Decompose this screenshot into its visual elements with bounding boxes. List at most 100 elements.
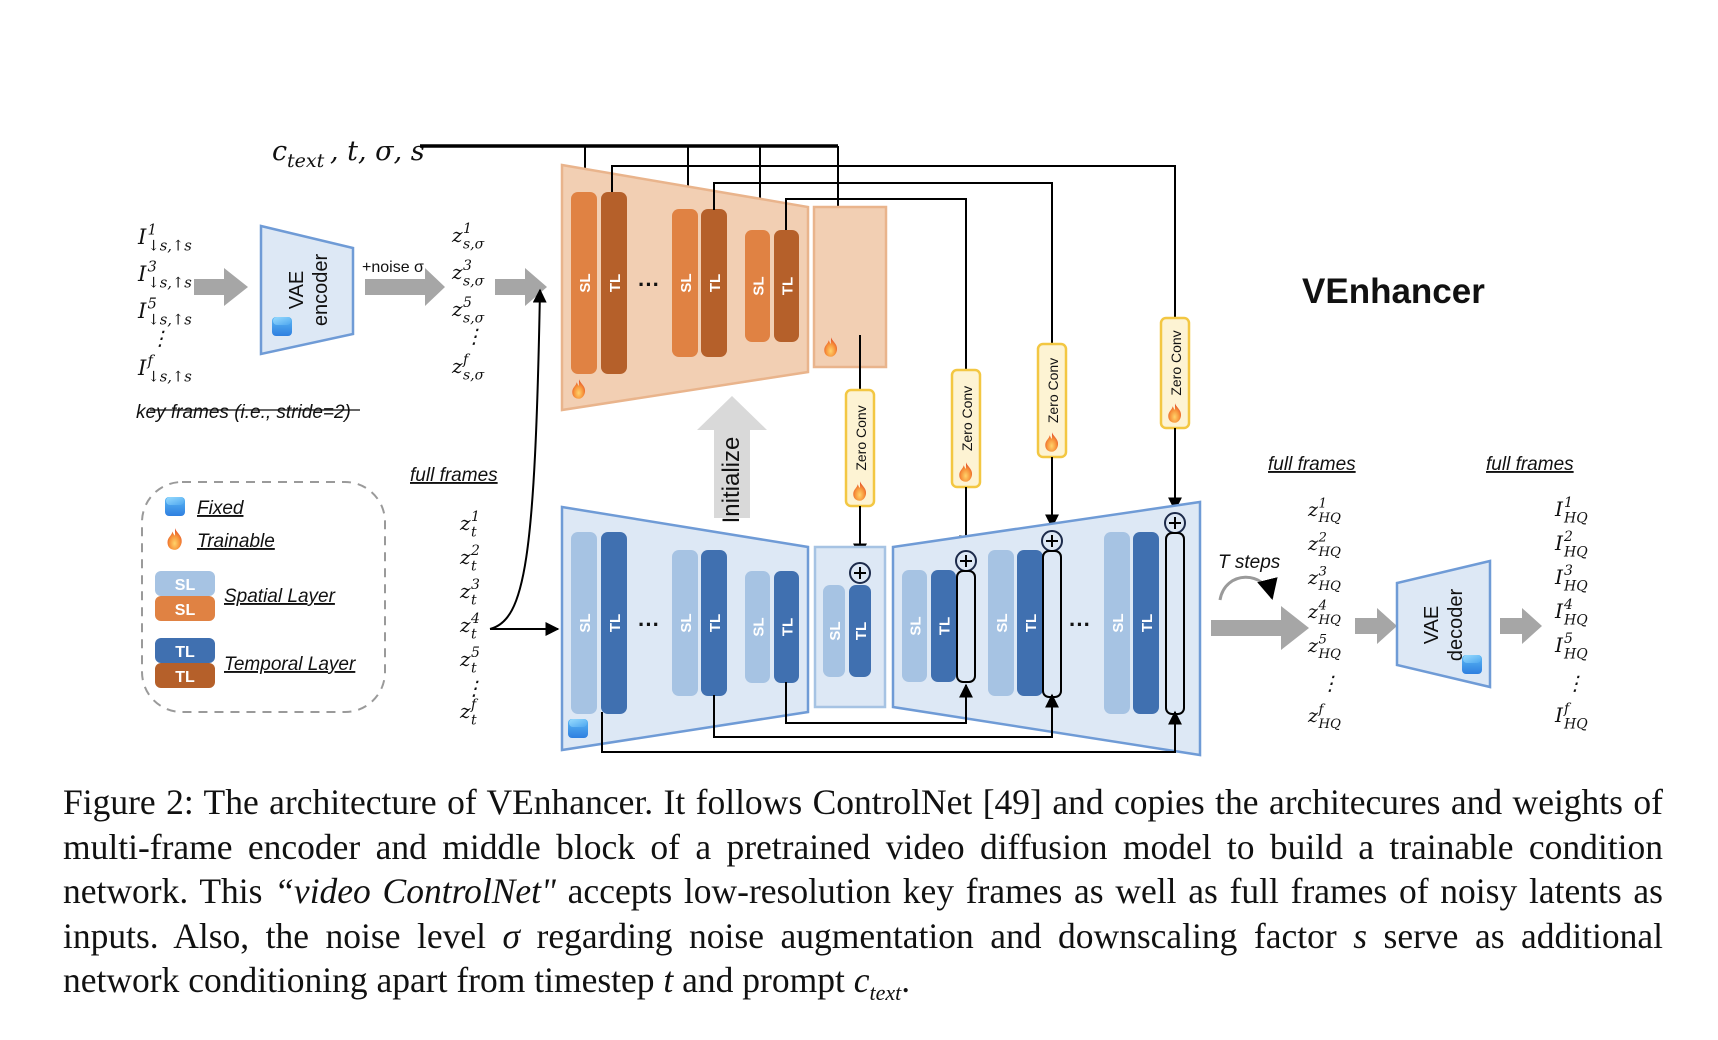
output-frame-label-sup: 1 [1564, 495, 1573, 511]
unet-mid-tl: TL [849, 585, 871, 677]
arrow-to-hq-latents [1211, 606, 1309, 650]
legend: Fixed Trainable SL SL Spatial Layer TL T… [141, 481, 386, 713]
conditioning-inputs-label: c text , t, σ, s [272, 136, 425, 172]
key-frame-label-sup: 1 [147, 222, 156, 239]
key-frame-label: I 1↓s,↑s [137, 222, 192, 255]
hq-output-frames: I 1HQI 2HQI 3HQI 4HQI 5HQI fHQ⋮ [1554, 495, 1588, 732]
zero-conv-label: Zero Conv [1168, 330, 1184, 395]
hq-latent-label-base: z [1307, 499, 1319, 521]
output-frame-label-base: I [1554, 565, 1564, 589]
key-frame-label-sup: 3 [147, 259, 156, 276]
output-frame-label-sub: HQ [1563, 612, 1588, 628]
controlnet-sl-1-label: SL [577, 273, 594, 292]
hq-latent-label-sub: HQ [1317, 579, 1341, 594]
full-latent-label-base: z [459, 647, 471, 671]
hq-latent-label: z 3HQ [1307, 564, 1341, 594]
controlnet-sl-2: SL [672, 209, 698, 357]
noisy-latent-label: z fs,σ [451, 352, 485, 383]
hq-latent-label-base: z [1307, 705, 1319, 727]
unet-mid-sl: SL [823, 585, 845, 677]
controlnet-tl-1-label: TL [607, 274, 624, 292]
arrow-to-encoder [194, 268, 248, 306]
t-steps-label: T steps [1218, 552, 1281, 573]
noisy-key-latents: z 1s,σz 3s,σz 5s,σz fs,σ⋮ [451, 221, 485, 383]
unet-enc-tl-1-label: TL [607, 614, 624, 632]
full-latent-label: z 4t [459, 611, 480, 642]
hq-latent-label-base: z [1307, 635, 1319, 657]
vae-decoder-label-1: VAE [1421, 606, 1443, 645]
zero-conv-2: Zero Conv [950, 368, 982, 489]
full-latent-label-base: z [459, 545, 471, 569]
zero-conv-3: Zero Conv [1036, 342, 1068, 459]
output-frame-label-sup: 2 [1563, 529, 1573, 545]
output-frame-label: IfHQ [1554, 701, 1588, 732]
unet-mid-sl-label: SL [827, 621, 844, 640]
noisy-latent-label-base: z [451, 354, 463, 378]
legend-trainable: Trainable [197, 531, 275, 552]
full-frame-latents: z 1tz 2tz 3tz 4tz 5tz ft⋮ [459, 509, 484, 728]
legend-sl-bottom: SL [175, 602, 196, 619]
zero-conv-1: Zero Conv [844, 388, 876, 508]
zero-convolutions: Zero Conv Zero Conv Zero Conv Zero Conv [844, 316, 1191, 508]
noisy-latent-label-sup: 1 [463, 221, 472, 237]
key-frame-inputs: I 1↓s,↑sI 3↓s,↑sI 5↓s,↑sI f↓s,↑s⋮ [137, 222, 192, 386]
output-vdots: ⋮ [1565, 671, 1585, 695]
hq-latent-vdots: ⋮ [1320, 671, 1340, 695]
hq-latent-label-sup: 4 [1317, 598, 1326, 613]
noise-label: +noise σ [362, 259, 424, 276]
controlnet-ellipsis: ··· [638, 272, 660, 297]
output-frame-label-sup: 4 [1563, 597, 1573, 613]
vae-decoder-label-2: decoder [1445, 589, 1467, 662]
full-latent-label: z 5t [459, 645, 480, 676]
key-frame-label-sup: f [146, 353, 155, 370]
unet-dec-tl-3: TL [1133, 532, 1159, 714]
full-latent-label: z ft [459, 697, 479, 728]
key-frame-label-base: I [137, 356, 147, 380]
hq-latent-label-base: z [1307, 533, 1319, 555]
full-latent-label-sup: 1 [471, 509, 480, 525]
full-latent-label-sup: 2 [470, 543, 480, 559]
unet-dec-tl-1: TL [931, 570, 956, 682]
unet-dec-sl-3-label: SL [1110, 613, 1127, 632]
unet-dec-sl-2-label: SL [994, 613, 1011, 632]
output-frame-label-base: I [1554, 497, 1564, 521]
noisy-latent-label-sub: s,σ [463, 367, 485, 383]
caption-t: t [663, 960, 674, 1000]
unet-mid-tl-label: TL [853, 622, 870, 640]
unet-dec-sl-1-label: SL [908, 616, 925, 635]
key-frame-label-sub: ↓s,↑s [147, 238, 192, 255]
noisy-latent-label-sup: f [462, 352, 471, 368]
plus-node-1 [955, 550, 977, 572]
full-latent-label-sub: t [471, 558, 477, 574]
key-frame-label: I 3↓s,↑s [137, 259, 192, 292]
unet-dec-tl-1-label: TL [937, 617, 954, 635]
output-frame-label-sub: HQ [1563, 646, 1588, 662]
unet-enc-sl-2-label: SL [678, 613, 695, 632]
conditioning-rest: , t, σ, s [330, 136, 425, 167]
skip-concat-slot-2 [1042, 550, 1062, 698]
controlnet-middle-block [812, 205, 888, 369]
hq-latent-label: z 2HQ [1307, 530, 1341, 560]
controlnet-sl-2-label: SL [678, 273, 695, 292]
unet-enc-ellipsis: ··· [638, 612, 660, 637]
unet-enc-tl-1: TL [601, 532, 627, 714]
output-frames-label: full frames [1486, 454, 1574, 475]
noisy-latent-label-sup: 3 [463, 258, 472, 274]
legend-tl-bottom: TL [175, 669, 195, 686]
skip-concat-slot-3 [1165, 532, 1185, 715]
unet-dec-tl-2-label: TL [1023, 614, 1040, 632]
unet-dec-ellipsis: ··· [1069, 612, 1091, 637]
caption-mid2: regarding noise augmentation and downsca… [520, 915, 1354, 956]
full-latent-label: z 3t [459, 577, 480, 608]
key-frame-label-sup: 5 [147, 296, 156, 313]
output-frame-label-base: I [1554, 703, 1564, 727]
t-steps-loop-arrow [1218, 575, 1278, 601]
output-frame-label: I 5HQ [1554, 631, 1588, 662]
full-latent-label: z 1t [459, 509, 480, 540]
noisy-latent-label-base: z [451, 260, 463, 284]
legend-spatial-layer: Spatial Layer [224, 586, 336, 607]
noisy-latent-label: z 3s,σ [451, 258, 485, 289]
hq-latent-label-sub: HQ [1317, 647, 1341, 662]
output-frame-label: I 3HQ [1554, 563, 1588, 594]
hq-latent-label: z 5HQ [1307, 632, 1341, 662]
